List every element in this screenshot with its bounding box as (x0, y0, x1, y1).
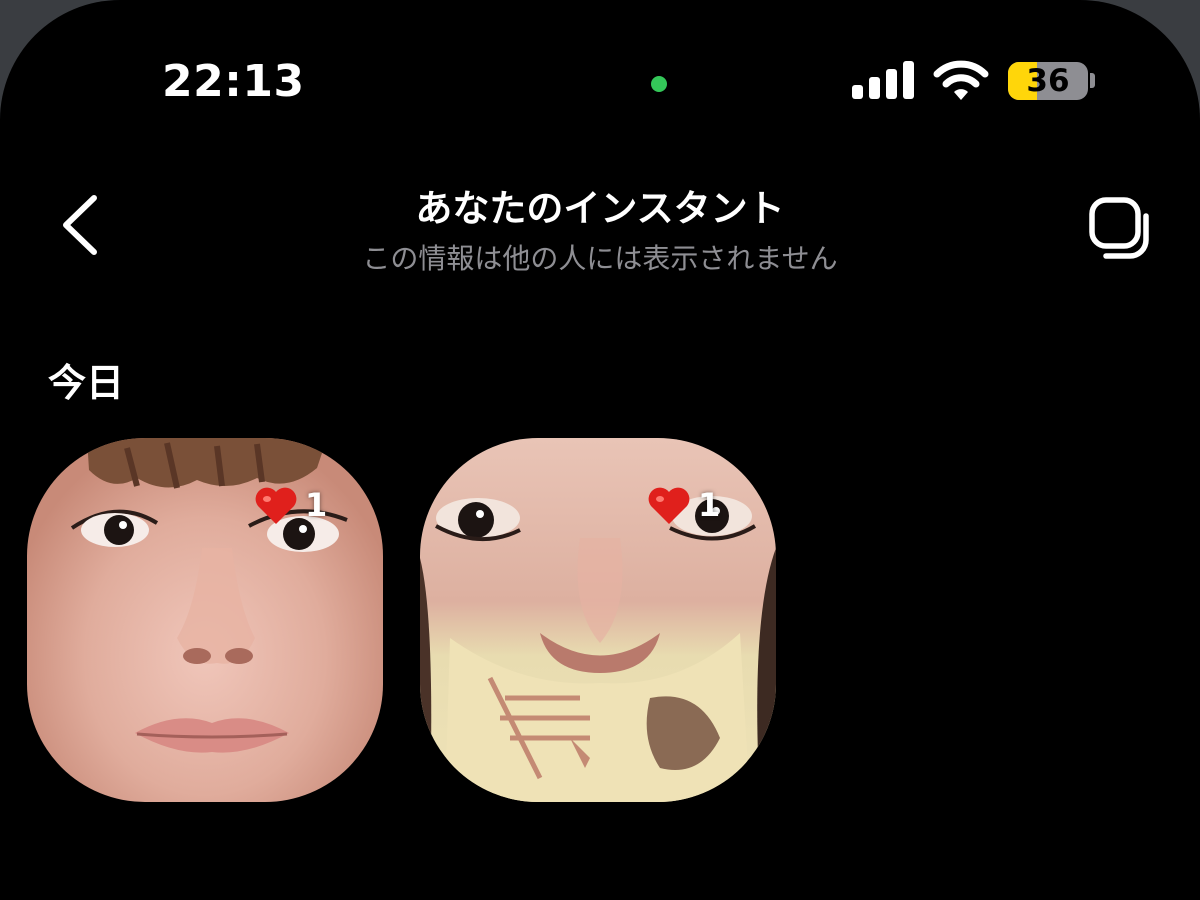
battery-icon: 36 (1008, 62, 1088, 100)
phone-screen: 22:13 36 あなたのインスタント この情報は他の人には表示されません 今日 (0, 0, 1200, 900)
page-subtitle: この情報は他の人には表示されません (362, 242, 838, 275)
wifi-icon (933, 60, 989, 100)
section-label-today: 今日 (48, 361, 125, 405)
page-title: あなたのインスタント (415, 187, 785, 230)
reaction-count: 1 (305, 486, 328, 524)
camera-in-use-indicator (651, 76, 667, 92)
heart-icon (255, 487, 297, 524)
selfie-photo (70, 438, 348, 753)
status-time: 22:13 (162, 56, 305, 107)
selfie-photo (420, 496, 776, 802)
reaction-badge: 1 (646, 484, 720, 526)
battery-percentage: 36 (1026, 63, 1070, 99)
stacked-squares-button[interactable] (1086, 196, 1158, 260)
instant-thumbnail[interactable]: 1 (27, 438, 383, 802)
instant-thumbnail[interactable]: 1 (420, 438, 776, 802)
reaction-badge: 1 (253, 484, 327, 526)
reaction-count: 1 (698, 486, 721, 524)
battery-nub (1090, 73, 1095, 88)
signal-icon (852, 61, 914, 99)
stacked-squares-icon (1089, 197, 1149, 259)
heart-icon (648, 487, 690, 524)
